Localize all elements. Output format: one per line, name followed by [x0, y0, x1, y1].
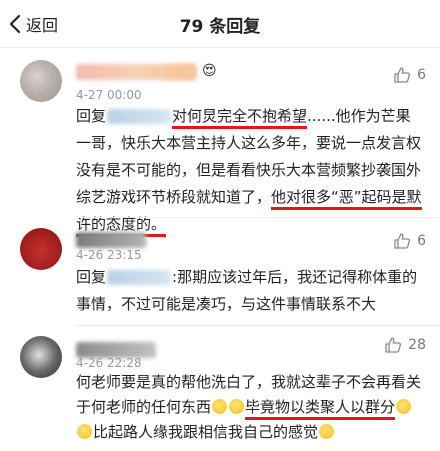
like-count: 6	[417, 233, 426, 249]
mention-link[interactable]	[107, 270, 172, 285]
comment-time: 4-26 22:28	[76, 356, 142, 370]
avatar[interactable]	[20, 60, 62, 102]
comment-body: 何老师要是真的帮他洗白了，我就这辈子不会再看关于何老师的任何东西 毕竟物以类聚人以…	[76, 370, 424, 445]
page-title: 79 条回复	[179, 17, 261, 37]
emoji-icon	[77, 424, 92, 439]
like-count: 6	[417, 67, 426, 83]
highlighted-text: 对何炅完全不抱希望	[172, 107, 308, 129]
comment-item: 😍 4-27 00:00 6 回复 对何炅完全不抱希望......他作为芒果一哥，…	[0, 48, 440, 237]
thumbs-up-icon	[394, 233, 411, 249]
emoji-icon	[396, 399, 412, 414]
like-button[interactable]: 6	[393, 232, 426, 250]
like-button[interactable]: 6	[393, 66, 426, 84]
avatar[interactable]	[20, 336, 62, 378]
thumbs-up-icon	[394, 67, 411, 83]
username[interactable]	[76, 232, 146, 248]
emoji-icon	[212, 399, 228, 414]
comment-item: 4-26 23:15 6 回复:那期应该过年后，我还记得称体重的事情，不过可能是…	[0, 218, 440, 326]
reply-prefix: 回复	[76, 107, 107, 125]
comment-time: 4-27 00:00	[76, 88, 142, 102]
like-count: 28	[408, 337, 426, 353]
top-bar: 返回 79 条回复	[0, 0, 440, 48]
emoji-icon	[319, 424, 335, 439]
reply-prefix: 回复	[76, 268, 107, 286]
highlighted-text: 毕竟物以类聚人以群分	[245, 398, 396, 420]
avatar[interactable]	[20, 228, 62, 270]
like-button[interactable]: 28	[384, 336, 426, 354]
mention-link[interactable]	[107, 109, 172, 124]
emoji-icon: 😍	[202, 63, 217, 79]
comment-body: 回复:那期应该过年后，我还记得称体重的事情，不过可能是凑巧，与这件事情联系不大	[76, 264, 424, 318]
emoji-icon	[229, 399, 245, 414]
comment-item: 4-26 22:28 28 何老师要是真的帮他洗白了，我就这辈子不会再看关于何老…	[0, 326, 440, 451]
user-badge	[166, 65, 196, 79]
comment-time: 4-26 23:15	[76, 248, 142, 262]
comment-text: 比起路人缘我跟相信我自己的感觉	[93, 423, 319, 441]
thumbs-up-icon	[385, 337, 402, 353]
